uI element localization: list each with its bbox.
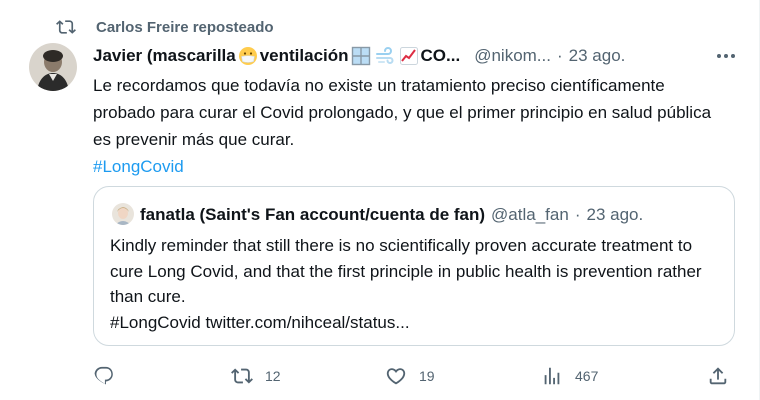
tweet-header: Javier (mascarilla ventilación CO... @ni… xyxy=(93,44,743,68)
quote-body: Kindly reminder that still there is no s… xyxy=(110,236,702,306)
retweet-context[interactable]: Carlos Freire reposteado xyxy=(56,16,274,38)
author-handle[interactable]: @nikom... xyxy=(474,46,551,66)
avatar-image xyxy=(29,43,77,91)
reply-button[interactable] xyxy=(93,362,127,390)
like-count: 19 xyxy=(419,368,435,384)
quote-link: #LongCovid twitter.com/nihceal/status... xyxy=(110,312,410,332)
retweet-label: Carlos Freire reposteado xyxy=(96,18,274,36)
action-bar: 12 19 467 xyxy=(93,362,733,390)
quote-separator-dot: · xyxy=(574,205,581,224)
share-icon xyxy=(709,367,727,385)
share-button[interactable] xyxy=(707,362,729,390)
avatar[interactable] xyxy=(29,43,77,91)
tweet-timestamp[interactable]: 23 ago. xyxy=(569,46,626,66)
quote-author-name[interactable]: fanatla (Saint's Fan account/cuenta de f… xyxy=(140,205,485,225)
separator-dot: · xyxy=(556,46,563,65)
retweet-button[interactable]: 12 xyxy=(231,362,281,390)
tweet[interactable]: Carlos Freire reposteado Javier (mascari… xyxy=(0,0,760,400)
retweet-action-icon xyxy=(231,368,253,384)
quote-avatar[interactable] xyxy=(112,203,134,225)
more-icon[interactable] xyxy=(714,46,738,66)
window-emoji-icon xyxy=(351,46,370,66)
views-icon xyxy=(544,367,560,385)
author-name[interactable]: Javier (mascarilla ventilación CO... xyxy=(93,46,460,66)
quote-author-handle[interactable]: @atla_fan xyxy=(491,205,569,225)
quote-header: fanatla (Saint's Fan account/cuenta de f… xyxy=(140,203,643,227)
quote-text: Kindly reminder that still there is no s… xyxy=(110,233,720,335)
mask-face-emoji-icon xyxy=(238,47,257,65)
wind-emoji-icon xyxy=(375,47,393,64)
hashtag-link[interactable]: #LongCovid xyxy=(93,157,184,176)
tweet-body: Le recordamos que todavía no existe un t… xyxy=(93,76,712,149)
chart-increasing-emoji-icon xyxy=(399,47,418,65)
quote-avatar-image xyxy=(112,203,134,225)
quote-timestamp[interactable]: 23 ago. xyxy=(586,205,643,225)
tweet-text: Le recordamos que todavía no existe un t… xyxy=(93,72,713,180)
views-button[interactable]: 467 xyxy=(541,362,598,390)
retweet-count: 12 xyxy=(265,368,281,384)
views-count: 467 xyxy=(575,368,599,384)
retweet-icon xyxy=(56,20,76,34)
quoted-tweet[interactable]: fanatla (Saint's Fan account/cuenta de f… xyxy=(93,186,735,346)
like-button[interactable]: 19 xyxy=(385,362,435,390)
heart-icon xyxy=(386,368,406,385)
reply-icon xyxy=(94,366,113,385)
